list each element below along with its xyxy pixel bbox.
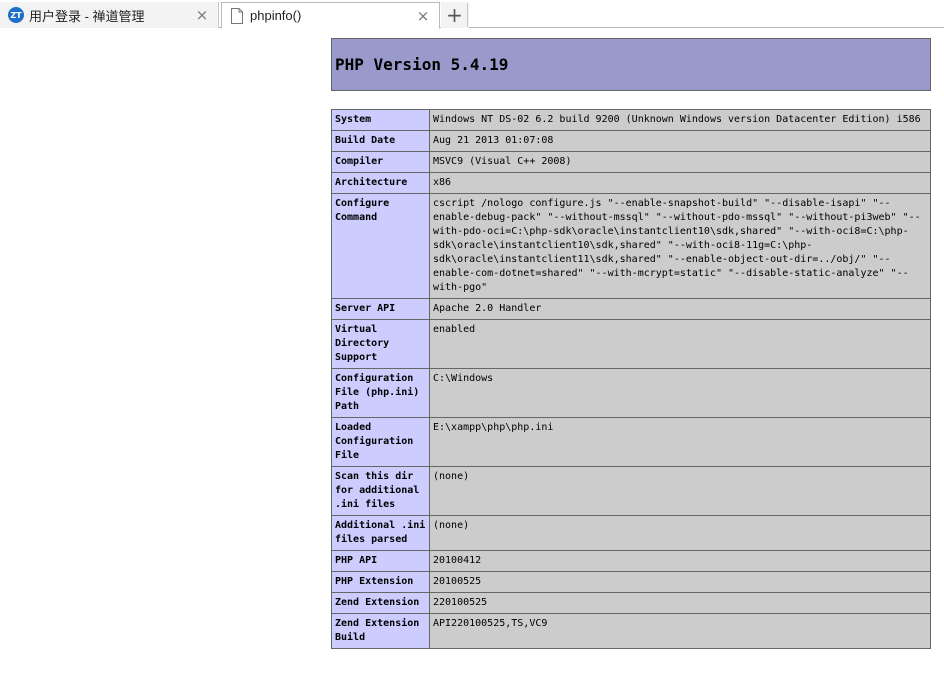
table-row: Configuration File (php.ini) Path C:\Wind… xyxy=(331,368,931,418)
table-row: Configure Command cscript /nologo configu… xyxy=(331,193,931,299)
table-row: Additional .ini files parsed (none) xyxy=(331,515,931,551)
row-key: Server API xyxy=(331,298,430,320)
close-icon[interactable]: × xyxy=(415,7,431,25)
php-version-header: PHP Version 5.4.19 xyxy=(331,38,931,91)
row-key: Configuration File (php.ini) Path xyxy=(331,368,430,418)
browser-tab-phpinfo[interactable]: phpinfo() × xyxy=(221,2,440,29)
row-key: Build Date xyxy=(331,130,430,152)
row-value: C:\Windows xyxy=(429,368,931,418)
row-key: Zend Extension Build xyxy=(331,613,430,649)
browser-tab-login[interactable]: ZT 用户登录 - 禅道管理 × xyxy=(0,2,219,28)
row-value: 20100412 xyxy=(429,550,931,572)
row-value: 20100525 xyxy=(429,571,931,593)
row-value: 220100525 xyxy=(429,592,931,614)
row-value: enabled xyxy=(429,319,931,369)
table-row: System Windows NT DS-02 6.2 build 9200 (U… xyxy=(331,109,931,131)
table-row: Virtual Directory Support enabled xyxy=(331,319,931,369)
row-value: cscript /nologo configure.js "--enable-s… xyxy=(429,193,931,299)
table-row: Compiler MSVC9 (Visual C++ 2008) xyxy=(331,151,931,173)
table-row: Zend Extension Build API220100525,TS,VC9 xyxy=(331,613,931,649)
phpinfo-table: System Windows NT DS-02 6.2 build 9200 (U… xyxy=(331,109,931,649)
row-value: (none) xyxy=(429,515,931,551)
row-key: Additional .ini files parsed xyxy=(331,515,430,551)
table-row: Zend Extension 220100525 xyxy=(331,592,931,614)
row-value: Aug 21 2013 01:07:08 xyxy=(429,130,931,152)
row-key: Loaded Configuration File xyxy=(331,417,430,467)
row-key: Architecture xyxy=(331,172,430,194)
row-value: Apache 2.0 Handler xyxy=(429,298,931,320)
table-row: Scan this dir for additional .ini files(… xyxy=(331,466,931,516)
row-value: Windows NT DS-02 6.2 build 9200 (Unknown… xyxy=(429,109,931,131)
row-value: (none) xyxy=(429,466,931,516)
tab-title: phpinfo() xyxy=(250,8,302,23)
tab-title: 用户登录 - 禅道管理 xyxy=(29,8,145,24)
table-row: Server API Apache 2.0 Handler xyxy=(331,298,931,320)
table-row: PHP API 20100412 xyxy=(331,550,931,572)
row-key: System xyxy=(331,109,430,131)
row-key: PHP API xyxy=(331,550,430,572)
new-tab-button[interactable]: + xyxy=(442,3,468,27)
page-icon xyxy=(231,7,243,24)
row-key: PHP Extension xyxy=(331,571,430,593)
browser-tab-strip: ZT 用户登录 - 禅道管理 × phpinfo() × + xyxy=(0,0,944,29)
row-value: x86 xyxy=(429,172,931,194)
zentao-logo-icon: ZT xyxy=(8,7,24,23)
row-key: Zend Extension xyxy=(331,592,430,614)
row-value: API220100525,TS,VC9 xyxy=(429,613,931,649)
table-row: PHP Extension 20100525 xyxy=(331,571,931,593)
table-row: Loaded Configuration File E:\xampp\php\ph… xyxy=(331,417,931,467)
close-icon[interactable]: × xyxy=(194,6,210,24)
page-title: PHP Version 5.4.19 xyxy=(335,55,509,74)
table-row: Build Date Aug 21 2013 01:07:08 xyxy=(331,130,931,152)
row-key: Compiler xyxy=(331,151,430,173)
row-value: MSVC9 (Visual C++ 2008) xyxy=(429,151,931,173)
row-key: Configure Command xyxy=(331,193,430,299)
row-key: Virtual Directory Support xyxy=(331,319,430,369)
row-key: Scan this dir for additional .ini files xyxy=(331,466,430,516)
row-value: E:\xampp\php\php.ini xyxy=(429,417,931,467)
table-row: Architecture x86 xyxy=(331,172,931,194)
